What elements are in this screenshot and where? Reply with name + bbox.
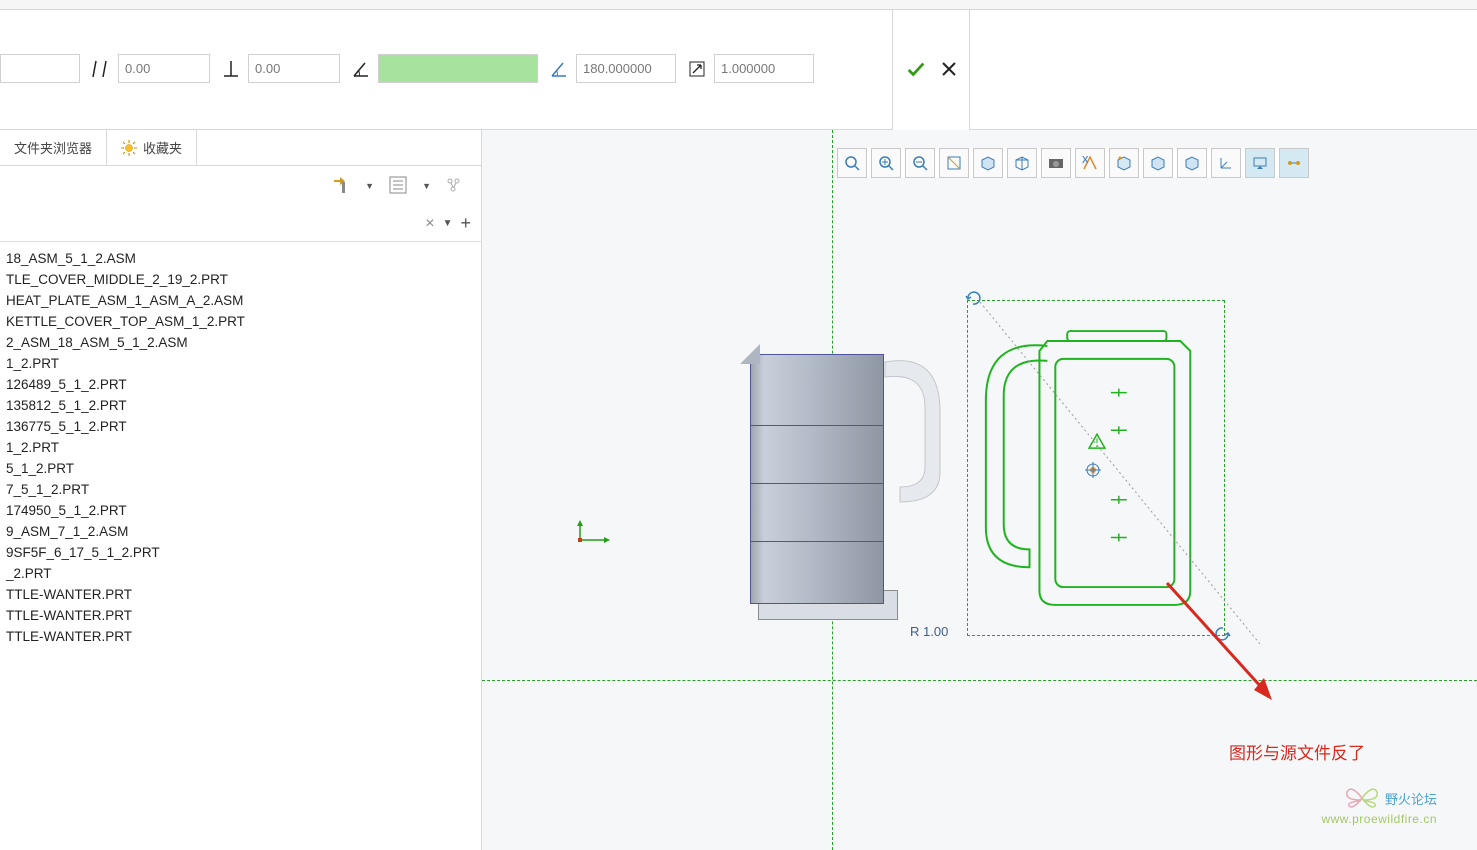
tree-item[interactable]: 7_5_1_2.PRT <box>2 479 481 500</box>
tree-item[interactable]: HEAT_PLATE_ASM_1_ASM_A_2.ASM <box>2 290 481 311</box>
offset-value[interactable] <box>0 54 80 83</box>
tree-item[interactable]: 126489_5_1_2.PRT <box>2 374 481 395</box>
tree-item[interactable]: 9_ASM_7_1_2.ASM <box>2 521 481 542</box>
tree-item[interactable]: KETTLE_COVER_TOP_ASM_1_2.PRT <box>2 311 481 332</box>
tree-item[interactable]: TTLE-WANTER.PRT <box>2 626 481 647</box>
tree-item[interactable]: 136775_5_1_2.PRT <box>2 416 481 437</box>
watermark: 野火论坛 www.proewildfire.cn <box>1321 784 1437 826</box>
datum-plane-icon[interactable] <box>1143 148 1173 178</box>
tree-item[interactable]: 5_1_2.PRT <box>2 458 481 479</box>
perpendicular-input <box>220 54 340 83</box>
clear-search-icon[interactable]: × <box>425 215 434 233</box>
coord-sys-icon[interactable] <box>1211 148 1241 178</box>
svg-text:x: x <box>1082 154 1089 166</box>
tree-item[interactable]: 135812_5_1_2.PRT <box>2 395 481 416</box>
angle-value[interactable] <box>576 54 676 83</box>
datum-csys-icon[interactable] <box>1177 148 1207 178</box>
tree-toolbar: ▼ ▼ <box>0 166 481 206</box>
rotate-handle[interactable] <box>964 289 982 307</box>
refit-icon[interactable] <box>837 148 867 178</box>
search-caret[interactable]: ▼ <box>443 218 453 229</box>
viewport[interactable]: x <box>482 130 1477 850</box>
csys-marker <box>570 518 614 551</box>
tree-item[interactable]: TTLE-WANTER.PRT <box>2 605 481 626</box>
parallel-value[interactable] <box>118 54 210 83</box>
scale-input <box>686 54 814 83</box>
tree-item[interactable]: TTLE-WANTER.PRT <box>2 584 481 605</box>
kettle-handle <box>880 352 950 512</box>
search-input[interactable] <box>10 211 417 237</box>
zoom-out-icon[interactable] <box>905 148 935 178</box>
accept-button[interactable] <box>905 58 927 83</box>
center-handle[interactable] <box>1085 462 1101 478</box>
subtab-bar: 文件夹浏览器 收藏夹 <box>0 130 481 166</box>
add-icon[interactable]: + <box>460 213 471 234</box>
filter-icon[interactable] <box>445 175 465 198</box>
tree-item[interactable]: 1_2.PRT <box>2 437 481 458</box>
scale-icon <box>686 58 708 80</box>
perpendicular-icon <box>220 58 242 80</box>
display-style-icon[interactable] <box>973 148 1003 178</box>
tree-item[interactable]: 18_ASM_5_1_2.ASM <box>2 248 481 269</box>
camera-icon[interactable] <box>1041 148 1071 178</box>
angle2-icon <box>548 58 570 80</box>
saved-views-icon[interactable] <box>1007 148 1037 178</box>
butterfly-icon <box>1345 784 1379 812</box>
angle-icon <box>350 58 372 80</box>
perpendicular-value[interactable] <box>248 54 340 83</box>
search-row: × ▼ + <box>0 206 481 242</box>
angle-input <box>548 54 676 83</box>
tree-item[interactable]: 2_ASM_18_ASM_5_1_2.ASM <box>2 332 481 353</box>
dimension-bar <box>0 10 1477 130</box>
scale-value[interactable] <box>714 54 814 83</box>
datum-point-icon[interactable] <box>1109 148 1139 178</box>
cancel-button[interactable] <box>941 61 957 80</box>
tree-item[interactable]: 174950_5_1_2.PRT <box>2 500 481 521</box>
spin-center-icon[interactable] <box>1279 148 1309 178</box>
dropdown-caret[interactable]: ▼ <box>422 181 431 191</box>
confirm-group <box>892 10 970 130</box>
left-panel: 文件夹浏览器 收藏夹 ▼ ▼ × ▼ + 18_ASM_5_1_2.ASMTLE… <box>0 130 482 850</box>
offset-input <box>0 54 80 83</box>
list-icon[interactable] <box>388 175 408 198</box>
angle-highlight-input <box>350 54 538 83</box>
zoom-in-icon[interactable] <box>871 148 901 178</box>
watermark-title: 野火论坛 <box>1385 789 1437 808</box>
tree-item[interactable]: _2.PRT <box>2 563 481 584</box>
annotation-text: 图形与源文件反了 <box>1229 739 1365 764</box>
scale-readout-text: R 1.00 <box>910 624 948 639</box>
tab-favorites[interactable]: 收藏夹 <box>107 130 197 165</box>
datum-axis-icon[interactable]: x <box>1075 148 1105 178</box>
tab-label: 收藏夹 <box>143 138 182 157</box>
tab-label: 文件夹浏览器 <box>14 138 92 157</box>
model-tree: 18_ASM_5_1_2.ASMTLE_COVER_MIDDLE_2_19_2.… <box>0 242 481 850</box>
scale-readout: R 1.00 <box>910 624 952 668</box>
tree-item[interactable]: 1_2.PRT <box>2 353 481 374</box>
annotation-arrow <box>1162 578 1282 708</box>
tab-folder-browser[interactable]: 文件夹浏览器 <box>0 130 107 165</box>
watermark-url: www.proewildfire.cn <box>1321 812 1437 826</box>
favorites-icon <box>121 140 137 156</box>
tree-item[interactable]: TLE_COVER_MIDDLE_2_19_2.PRT <box>2 269 481 290</box>
parallel-icon <box>90 58 112 80</box>
tree-item[interactable]: 9SF5F_6_17_5_1_2.PRT <box>2 542 481 563</box>
annotation-display-icon[interactable] <box>1245 148 1275 178</box>
hammer-icon[interactable] <box>331 175 351 198</box>
ribbon-tabs <box>0 0 1477 10</box>
parallel-input <box>90 54 210 83</box>
repaint-icon[interactable] <box>939 148 969 178</box>
viewport-toolbar: x <box>837 148 1309 178</box>
dropdown-caret[interactable]: ▼ <box>365 181 374 191</box>
angle-highlight-value[interactable] <box>378 54 538 83</box>
